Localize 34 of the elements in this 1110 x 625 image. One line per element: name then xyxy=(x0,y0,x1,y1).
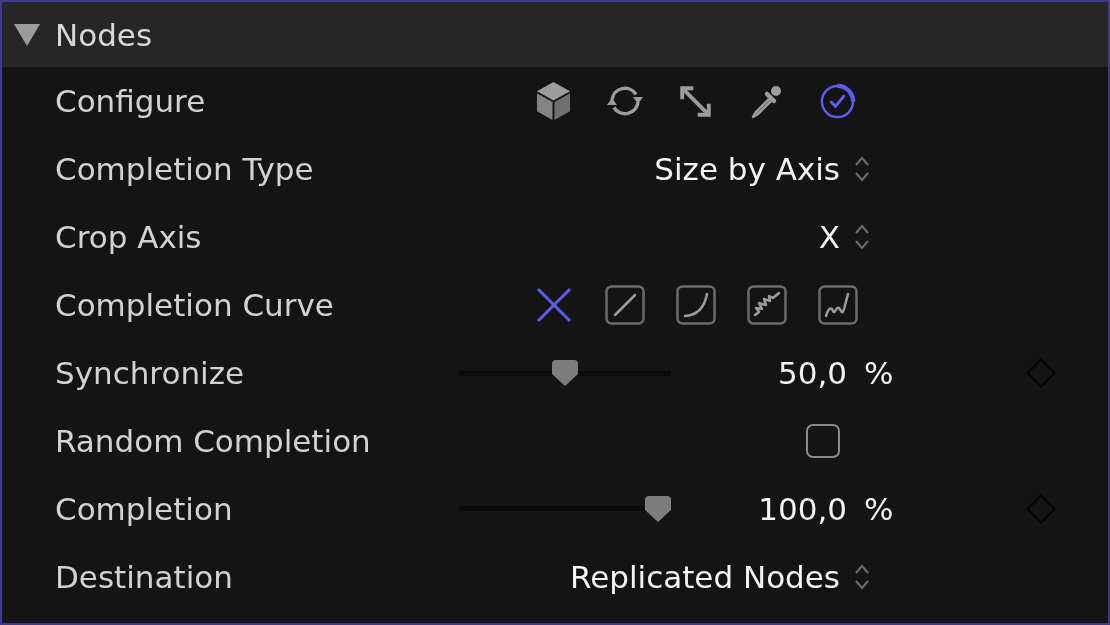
row-label: Completion xyxy=(55,491,233,527)
section-header[interactable]: Nodes xyxy=(2,2,1108,67)
check-circle-icon[interactable] xyxy=(819,82,856,120)
checkbox[interactable] xyxy=(806,424,840,458)
value-field[interactable]: 100,0 xyxy=(671,491,847,527)
squiggle-curve-icon[interactable] xyxy=(817,285,858,325)
slider-thumb[interactable] xyxy=(645,496,671,522)
dropdown-button[interactable]: Replicated Nodes xyxy=(570,559,870,595)
slider-thumb[interactable] xyxy=(552,360,578,386)
disclosure-triangle-icon[interactable] xyxy=(14,23,40,46)
linear-curve-icon[interactable] xyxy=(604,285,645,325)
cross-icon[interactable] xyxy=(535,287,572,323)
cube-icon[interactable] xyxy=(536,81,571,121)
value-field[interactable]: 50,0 xyxy=(671,355,847,391)
row-label: Synchronize xyxy=(55,355,244,391)
refresh-icon[interactable] xyxy=(605,86,644,116)
row-label: Completion Curve xyxy=(55,287,334,323)
eyedropper-icon[interactable] xyxy=(751,84,782,118)
row-label: Configure xyxy=(55,83,206,119)
unit-label: % xyxy=(864,491,894,527)
unit-label: % xyxy=(864,355,894,391)
row-label: Completion Type xyxy=(55,151,314,187)
row-label: Random Completion xyxy=(55,423,371,459)
up-down-chevron-icon xyxy=(854,563,870,591)
up-down-chevron-icon xyxy=(854,155,870,183)
up-down-chevron-icon xyxy=(854,223,870,251)
wiggle-curve-icon[interactable] xyxy=(746,285,787,325)
row-label: Destination xyxy=(55,559,233,595)
row-label: Crop Axis xyxy=(55,219,202,255)
ease-curve-icon[interactable] xyxy=(675,285,716,325)
diagonal-arrows-icon[interactable] xyxy=(680,85,711,117)
dropdown-button[interactable]: Size by Axis xyxy=(654,151,870,187)
dropdown-button[interactable]: X xyxy=(818,219,870,255)
section-title: Nodes xyxy=(55,16,153,53)
